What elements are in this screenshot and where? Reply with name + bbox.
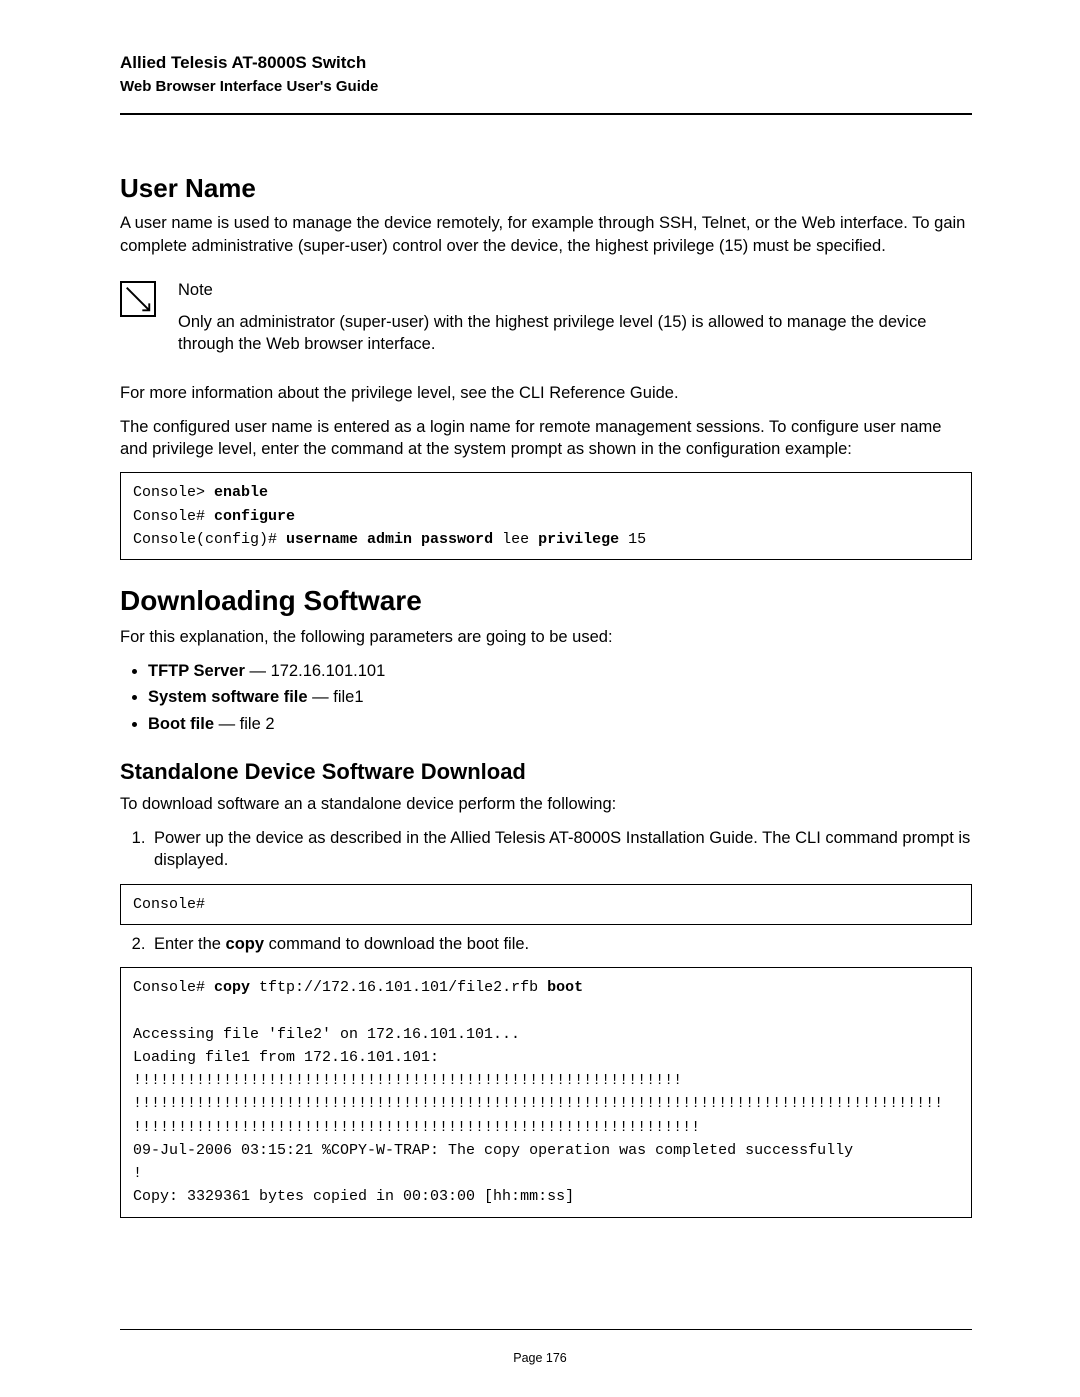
code-text: Console(config)# — [133, 531, 286, 548]
code-text: boot — [547, 979, 583, 996]
list-item: System software file — file1 — [148, 686, 972, 708]
param-sep: — — [308, 688, 334, 706]
username-para-3: The configured user name is entered as a… — [120, 416, 972, 461]
page-header: Allied Telesis AT-8000S Switch Web Brows… — [120, 52, 972, 115]
code-text: 15 — [619, 531, 646, 548]
step-list: Enter the copy command to download the b… — [120, 933, 972, 955]
list-item: Power up the device as described in the … — [150, 827, 972, 872]
heading-user-name: User Name — [120, 171, 972, 206]
step-text-bold: copy — [226, 935, 265, 953]
code-text: Console> — [133, 484, 214, 501]
note-label: Note — [178, 279, 972, 301]
code-text: !!!!!!!!!!!!!!!!!!!!!!!!!!!!!!!!!!!!!!!!… — [133, 1119, 700, 1136]
heading-downloading-software: Downloading Software — [120, 582, 972, 620]
param-label: TFTP Server — [148, 662, 245, 680]
code-text: privilege — [538, 531, 619, 548]
param-label: System software file — [148, 688, 308, 706]
step-text: Enter the — [154, 935, 226, 953]
footer-rule — [120, 1329, 972, 1330]
code-text: tftp://172.16.101.101/file2.rfb — [250, 979, 547, 996]
download-intro: For this explanation, the following para… — [120, 626, 972, 648]
code-text: Console# — [133, 979, 214, 996]
header-title: Allied Telesis AT-8000S Switch — [120, 52, 972, 75]
code-example-username: Console> enable Console# configure Conso… — [120, 472, 972, 560]
page-number: Page 176 — [513, 1351, 567, 1365]
code-text: 09-Jul-2006 03:15:21 %COPY-W-TRAP: The c… — [133, 1142, 853, 1159]
code-text: Accessing file 'file2' on 172.16.101.101… — [133, 1026, 520, 1043]
username-para-2: For more information about the privilege… — [120, 382, 972, 404]
code-text: username admin password — [286, 531, 493, 548]
param-sep: — — [214, 715, 240, 733]
header-subtitle: Web Browser Interface User's Guide — [120, 77, 972, 97]
param-label: Boot file — [148, 715, 214, 733]
note-icon — [120, 281, 156, 317]
code-text: configure — [214, 508, 295, 525]
note-block: Note Only an administrator (super-user) … — [120, 279, 972, 368]
code-text: ! — [133, 1165, 142, 1182]
param-sep: — — [245, 662, 271, 680]
list-item: TFTP Server — 172.16.101.101 — [148, 660, 972, 682]
code-text: Console# — [133, 508, 214, 525]
code-text: !!!!!!!!!!!!!!!!!!!!!!!!!!!!!!!!!!!!!!!!… — [133, 1095, 943, 1112]
code-example-copy: Console# copy tftp://172.16.101.101/file… — [120, 967, 972, 1218]
code-text: Loading file1 from 172.16.101.101: — [133, 1049, 448, 1066]
step-list: Power up the device as described in the … — [120, 827, 972, 872]
list-item: Boot file — file 2 — [148, 713, 972, 735]
code-text: lee — [493, 531, 538, 548]
code-example-prompt: Console# — [120, 884, 972, 925]
list-item: Enter the copy command to download the b… — [150, 933, 972, 955]
step-text: command to download the boot file. — [264, 935, 529, 953]
note-body: Note Only an administrator (super-user) … — [178, 279, 972, 368]
code-text: !!!!!!!!!!!!!!!!!!!!!!!!!!!!!!!!!!!!!!!!… — [133, 1072, 682, 1089]
standalone-intro: To download software an a standalone dev… — [120, 793, 972, 815]
param-value: 172.16.101.101 — [271, 662, 386, 680]
code-text: Console# — [133, 896, 205, 913]
page-footer: Page 176 — [0, 1329, 1080, 1367]
code-text: enable — [214, 484, 268, 501]
username-para-1: A user name is used to manage the device… — [120, 212, 972, 257]
code-text: copy — [214, 979, 250, 996]
code-text: Copy: 3329361 bytes copied in 00:03:00 [… — [133, 1188, 574, 1205]
header-rule — [120, 113, 972, 115]
note-text: Only an administrator (super-user) with … — [178, 311, 972, 356]
heading-standalone-download: Standalone Device Software Download — [120, 757, 972, 787]
param-value: file 2 — [240, 715, 275, 733]
param-list: TFTP Server — 172.16.101.101 System soft… — [120, 660, 972, 735]
param-value: file1 — [333, 688, 363, 706]
